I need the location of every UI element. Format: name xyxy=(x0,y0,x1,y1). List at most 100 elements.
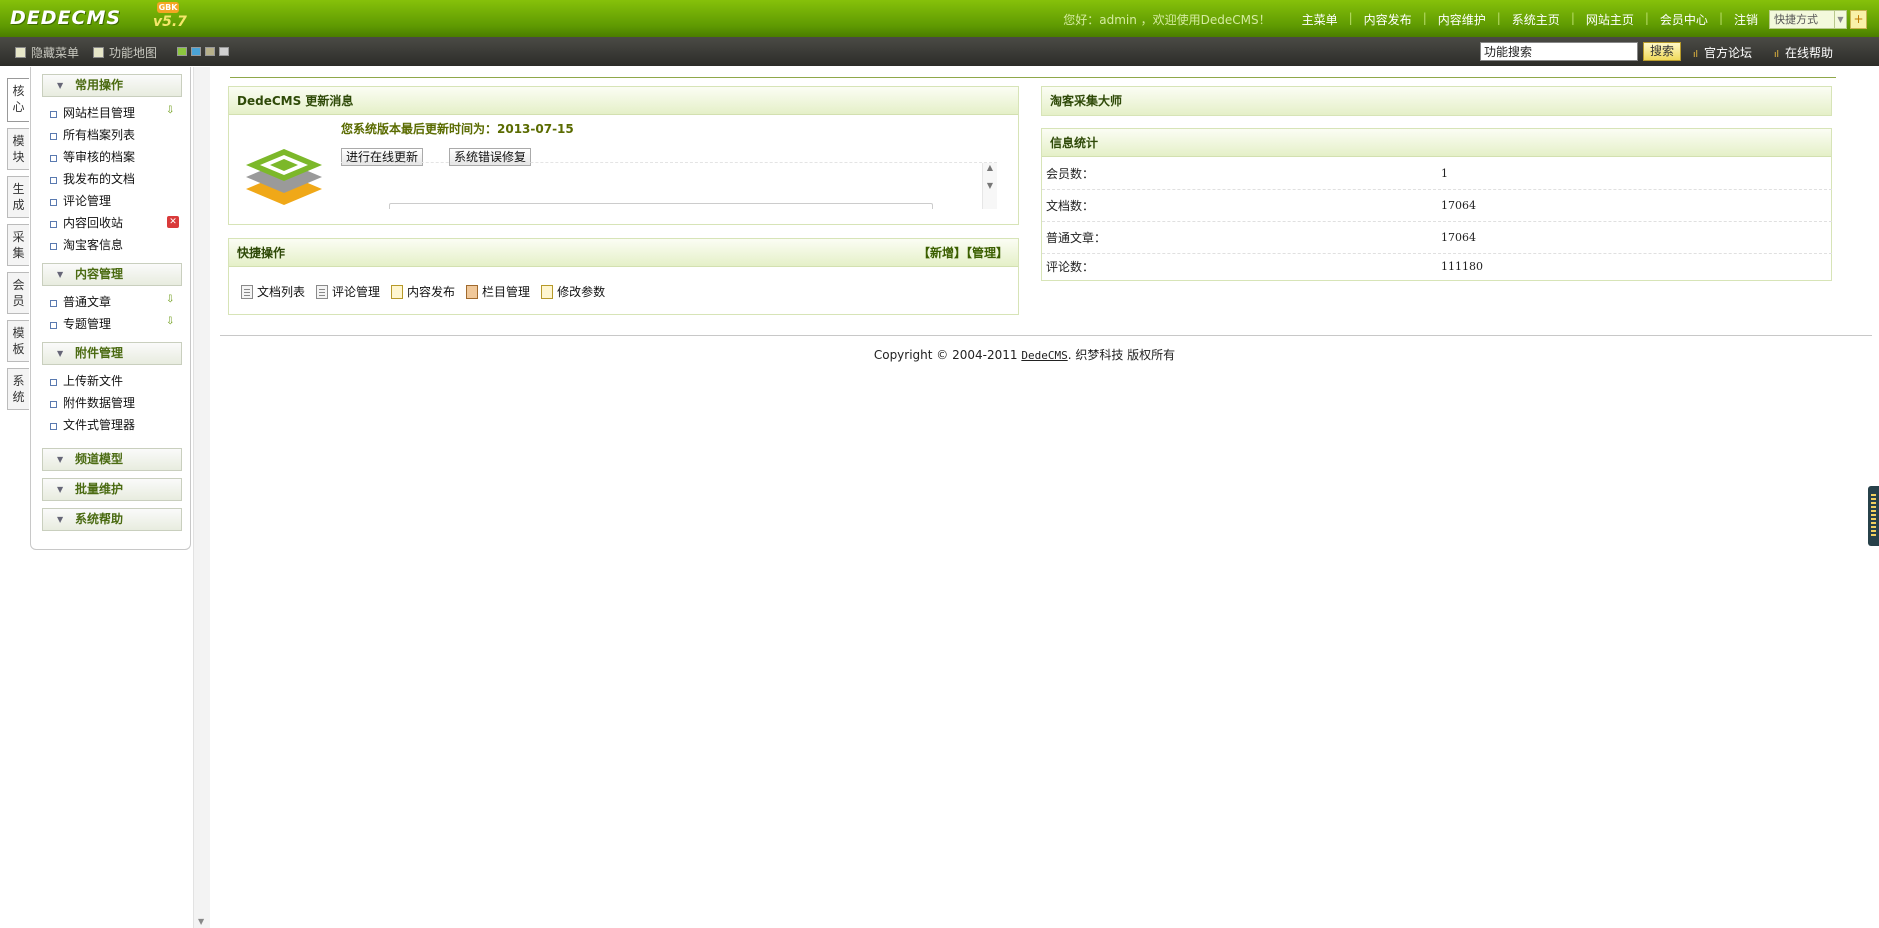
site-map-label: 功能地图 xyxy=(109,46,158,60)
site-map-link[interactable]: 功能地图 xyxy=(93,44,157,61)
menu-group-batch[interactable]: ▼ 批量维护 xyxy=(42,478,182,501)
stats-box: 信息统计 会员数： 1 文档数： 17064 普通文章： 17064 评论数： 1111… xyxy=(1041,128,1832,281)
update-message-frame: ▲ ▼ xyxy=(341,162,997,209)
edit-icon xyxy=(541,284,554,299)
side-tabs: 核心 模块 生成 采集 会员 模板 系统 xyxy=(7,78,29,416)
nav-content-publish[interactable]: 内容发布 xyxy=(1364,11,1412,28)
nav-logout[interactable]: 注销 xyxy=(1734,11,1758,28)
taoke-box-title: 淘客采集大师 xyxy=(1042,87,1831,115)
menu-group-common[interactable]: ▼ 常用操作 xyxy=(42,74,182,97)
quick-op-publish[interactable]: 内容发布 xyxy=(391,283,455,300)
chevron-down-icon: ▼ xyxy=(57,81,64,90)
folder-icon xyxy=(466,284,479,299)
menu-item-attachment-data[interactable]: 附件数据管理 xyxy=(49,392,190,414)
document-icon xyxy=(241,284,253,299)
update-box: DedeCMS 更新消息 您系统版本最后更新时间为：2013-07-15 进行在… xyxy=(228,86,1019,225)
chevron-down-icon: ▼ xyxy=(57,485,64,494)
menu-item-pending-archives[interactable]: 等审核的档案 xyxy=(49,146,190,168)
top-nav: 您好：admin ，欢迎使用DedeCMS！ 主菜单 | 内容发布 | 内容维护 | … xyxy=(1063,11,1758,28)
last-update-text: 您系统版本最后更新时间为：2013-07-15 xyxy=(341,122,574,136)
menu-item-topics[interactable]: 专题管理 ⇩ xyxy=(49,313,190,335)
inner-scrollbar[interactable]: ▲ ▼ xyxy=(982,163,997,209)
side-tab-collect[interactable]: 采集 xyxy=(7,224,29,266)
menu-item-file-manager[interactable]: 文件式管理器 xyxy=(49,414,190,436)
menu-item-recycle-bin[interactable]: 内容回收站 ✕ xyxy=(49,212,190,234)
copyright: Copyright © 2004-2011 DedeCMS. 织梦科技 版权所有 xyxy=(873,348,1176,362)
quick-ops-list: 文档列表 评论管理 内容发布 栏目管理 修改参数 xyxy=(241,283,616,300)
skin-swatch-blue[interactable] xyxy=(191,47,201,56)
nav-member-center[interactable]: 会员中心 xyxy=(1660,11,1708,28)
menu-item-column-manage[interactable]: 网站栏目管理 ⇩ xyxy=(49,102,190,124)
chevron-down-icon: ▼ xyxy=(57,515,64,524)
scroll-down-icon[interactable]: ▼ xyxy=(198,917,204,926)
chevron-down-icon[interactable]: ▼ xyxy=(1835,10,1847,29)
signal-icon: ıl xyxy=(1693,50,1699,60)
help-link[interactable]: ıl 在线帮助 xyxy=(1774,44,1833,61)
menu-group-help[interactable]: ▼ 系统帮助 xyxy=(42,508,182,531)
main-top-divider xyxy=(230,77,1836,78)
menu-group-channel-model[interactable]: ▼ 频道模型 xyxy=(42,448,182,471)
skin-swatch-gray[interactable] xyxy=(219,47,229,56)
stat-row-comments: 评论数： 111180 xyxy=(1046,260,1483,274)
logo: DEDECMS xyxy=(10,7,122,29)
side-tab-generate[interactable]: 生成 xyxy=(7,176,29,218)
menu-item-upload-file[interactable]: 上传新文件 xyxy=(49,370,190,392)
stats-box-title: 信息统计 xyxy=(1042,129,1831,157)
nav-site-home[interactable]: 网站主页 xyxy=(1586,11,1634,28)
hide-menu-link[interactable]: 隐藏菜单 xyxy=(15,44,79,61)
delete-icon[interactable]: ✕ xyxy=(167,216,179,228)
update-box-title: DedeCMS 更新消息 xyxy=(229,87,1018,115)
layers-icon xyxy=(246,149,322,205)
side-tab-module[interactable]: 模块 xyxy=(7,128,29,170)
stat-row-articles: 普通文章： 17064 xyxy=(1042,222,1832,254)
greeting-text: 您好：admin ，欢迎使用DedeCMS！ xyxy=(1063,13,1271,27)
stat-row-documents: 文档数： 17064 xyxy=(1042,190,1832,222)
add-icon[interactable]: ⇩ xyxy=(166,316,178,328)
add-icon[interactable]: ⇩ xyxy=(166,294,178,306)
nav-content-maintain[interactable]: 内容维护 xyxy=(1438,11,1486,28)
quick-op-comments[interactable]: 评论管理 xyxy=(316,283,380,300)
forum-link[interactable]: ıl 官方论坛 xyxy=(1693,44,1752,61)
quick-select[interactable]: 快捷方式 xyxy=(1769,10,1835,29)
search-button[interactable]: 搜索 xyxy=(1643,42,1681,61)
skin-swatch-tan[interactable] xyxy=(205,47,215,56)
menu-item-article[interactable]: 普通文章 ⇩ xyxy=(49,291,190,313)
logo-version: v5.7 xyxy=(153,14,187,30)
menu-item-all-archives[interactable]: 所有档案列表 xyxy=(49,124,190,146)
menu-item-taobaoke[interactable]: 淘宝客信息 xyxy=(49,234,190,256)
nav-system-home[interactable]: 系统主页 xyxy=(1512,11,1560,28)
menu-group-content[interactable]: ▼ 内容管理 xyxy=(42,263,182,286)
frame-scrollbar[interactable]: ▼ xyxy=(193,67,210,928)
quick-op-settings[interactable]: 修改参数 xyxy=(541,283,605,300)
quick-ops-add-manage[interactable]: 【新增】【管理】 xyxy=(918,239,1008,267)
chevron-down-icon: ▼ xyxy=(57,455,64,464)
skin-swatch-green[interactable] xyxy=(177,47,187,56)
dedecms-link[interactable]: DedeCMS xyxy=(1021,349,1067,362)
menu-item-my-documents[interactable]: 我发布的文档 xyxy=(49,168,190,190)
side-tab-core[interactable]: 核心 xyxy=(7,78,29,122)
help-label: 在线帮助 xyxy=(1785,46,1834,60)
quick-ops-box: 快捷操作 【新增】【管理】 文档列表 评论管理 内容发布 栏目管理 修改参数 xyxy=(228,238,1019,315)
comment-doc-icon xyxy=(316,284,329,299)
side-tab-member[interactable]: 会员 xyxy=(7,272,29,314)
footer-divider xyxy=(220,335,1872,336)
side-float-widget[interactable] xyxy=(1868,486,1879,546)
side-tab-system[interactable]: 系统 xyxy=(7,368,29,410)
taoke-box: 淘客采集大师 xyxy=(1041,86,1832,116)
nav-main-menu[interactable]: 主菜单 xyxy=(1302,11,1338,28)
search-input[interactable] xyxy=(1480,42,1638,61)
top-header: DEDECMS v5.7 GBK 您好：admin ，欢迎使用DedeCMS！ … xyxy=(0,0,1879,37)
grid-icon xyxy=(93,47,104,58)
left-menu: ▼ 常用操作 网站栏目管理 ⇩ 所有档案列表 等审核的档案 我发布的文档 评论管理 … xyxy=(30,67,191,550)
forum-label: 官方论坛 xyxy=(1704,46,1753,60)
edit-icon xyxy=(391,284,404,299)
quick-op-doc-list[interactable]: 文档列表 xyxy=(241,283,305,300)
add-icon[interactable]: ⇩ xyxy=(166,105,178,117)
hide-menu-label: 隐藏菜单 xyxy=(31,46,80,60)
menu-item-comments[interactable]: 评论管理 xyxy=(49,190,190,212)
quick-op-columns[interactable]: 栏目管理 xyxy=(466,283,530,300)
signal-icon: ıl xyxy=(1774,50,1780,60)
plus-button[interactable]: + xyxy=(1850,10,1867,29)
chevron-down-icon: ▼ xyxy=(57,270,64,279)
quick-ops-title: 快捷操作 【新增】【管理】 xyxy=(229,239,1018,267)
